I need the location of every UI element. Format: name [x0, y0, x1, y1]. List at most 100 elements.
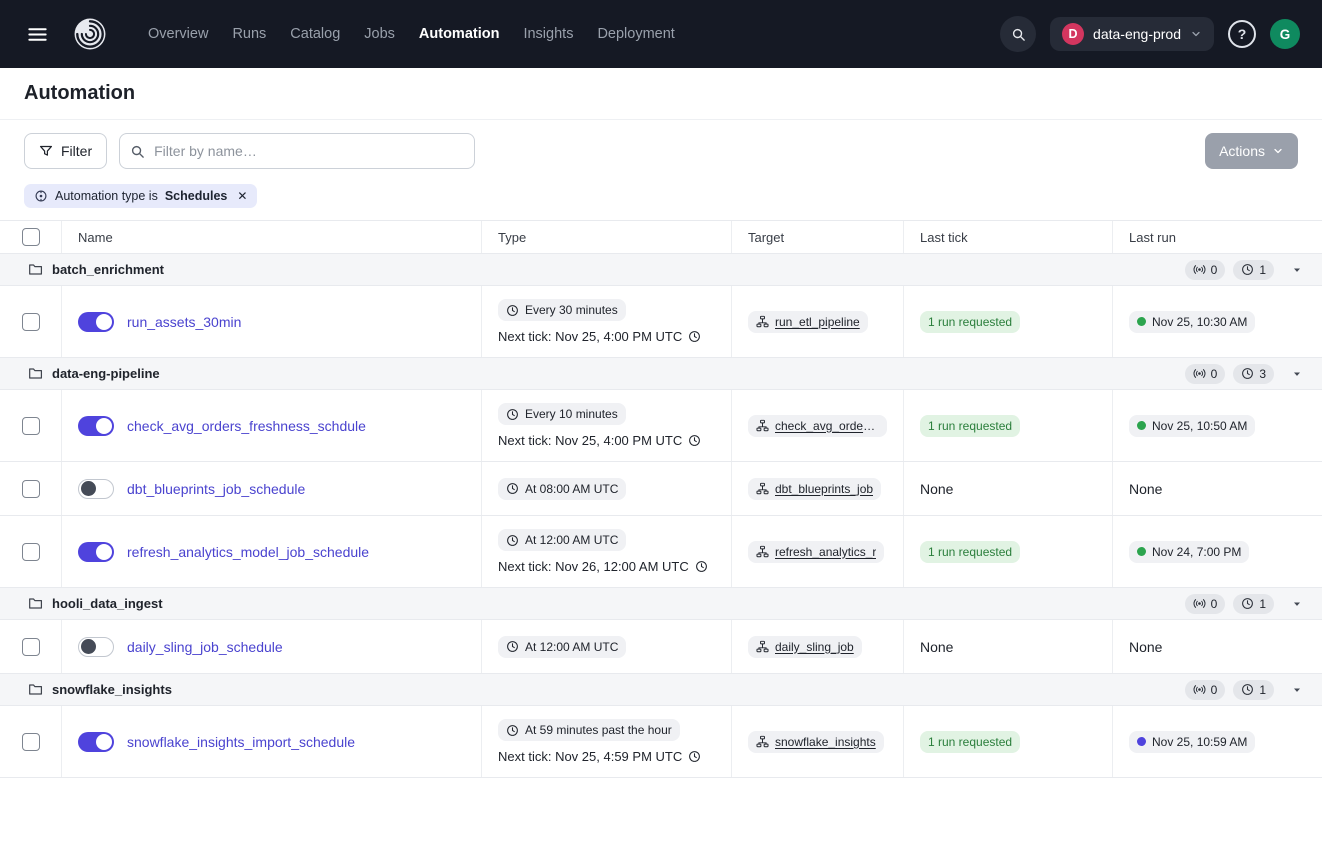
- target-link-chip[interactable]: dbt_blueprints_job: [748, 478, 881, 500]
- row-checkbox[interactable]: [22, 417, 40, 435]
- schedule-name-link[interactable]: daily_sling_job_schedule: [127, 639, 283, 655]
- target-link-chip[interactable]: snowflake_insights: [748, 731, 884, 753]
- clock-icon: [506, 408, 519, 421]
- clock-icon: [688, 434, 701, 447]
- next-tick-text: Next tick: Nov 26, 12:00 AM UTC: [498, 559, 708, 574]
- folder-icon: [28, 262, 43, 277]
- schedule-row: run_assets_30min Every 30 minutes Next tic…: [0, 286, 1322, 358]
- target-link-chip[interactable]: check_avg_orders_: [748, 415, 887, 437]
- schedule-name-link[interactable]: snowflake_insights_import_schedule: [127, 734, 355, 750]
- group-row[interactable]: data-eng-pipeline03: [0, 358, 1322, 390]
- schedule-name-link[interactable]: dbt_blueprints_job_schedule: [127, 481, 305, 497]
- group-row[interactable]: batch_enrichment01: [0, 254, 1322, 286]
- clock-icon: [506, 482, 519, 495]
- filter-button[interactable]: Filter: [24, 133, 107, 169]
- last-run-chip[interactable]: Nov 25, 10:50 AM: [1129, 415, 1255, 437]
- run-status-dot: [1137, 421, 1146, 430]
- clock-icon: [506, 640, 519, 653]
- name-filter-input[interactable]: [119, 133, 475, 169]
- schedule-toggle[interactable]: [78, 732, 114, 752]
- select-all-checkbox[interactable]: [22, 228, 40, 246]
- last-run-none: None: [1129, 481, 1162, 497]
- row-checkbox[interactable]: [22, 480, 40, 498]
- group-name: snowflake_insights: [52, 682, 172, 697]
- search-icon[interactable]: [1000, 16, 1036, 52]
- schedule-toggle[interactable]: [78, 416, 114, 436]
- schedule-count-badge: 1: [1233, 260, 1274, 280]
- last-run-chip[interactable]: Nov 25, 10:30 AM: [1129, 311, 1255, 333]
- topbar-actions: D data-eng-prod ? G: [1000, 16, 1300, 52]
- chevron-down-icon: [1272, 145, 1284, 157]
- column-header-last-tick: Last tick: [903, 221, 1112, 253]
- collapse-group-icon[interactable]: [1286, 363, 1308, 385]
- schedule-toggle[interactable]: [78, 637, 114, 657]
- nav-overview[interactable]: Overview: [138, 18, 218, 50]
- nav-runs[interactable]: Runs: [222, 18, 276, 50]
- help-glyph: ?: [1238, 26, 1247, 42]
- schedule-name-link[interactable]: run_assets_30min: [127, 314, 241, 330]
- deployment-badge: D: [1062, 23, 1084, 45]
- cadence-chip: Every 10 minutes: [498, 403, 626, 425]
- job-graph-icon: [756, 419, 769, 432]
- schedule-name-link[interactable]: refresh_analytics_model_job_schedule: [127, 544, 369, 560]
- clock-icon: [695, 560, 708, 573]
- nav-jobs[interactable]: Jobs: [354, 18, 405, 50]
- sensor-icon: [1193, 263, 1206, 276]
- deployment-switcher[interactable]: D data-eng-prod: [1050, 17, 1214, 51]
- clock-icon: [688, 750, 701, 763]
- job-graph-icon: [756, 315, 769, 328]
- collapse-group-icon[interactable]: [1286, 679, 1308, 701]
- avatar[interactable]: G: [1270, 19, 1300, 49]
- row-checkbox[interactable]: [22, 638, 40, 656]
- job-graph-icon: [756, 482, 769, 495]
- next-tick-text: Next tick: Nov 25, 4:00 PM UTC: [498, 329, 701, 344]
- row-checkbox[interactable]: [22, 543, 40, 561]
- run-status-dot: [1137, 547, 1146, 556]
- target-link-chip[interactable]: daily_sling_job: [748, 636, 862, 658]
- schedule-clock-icon: [1241, 597, 1254, 610]
- group-row[interactable]: hooli_data_ingest01: [0, 588, 1322, 620]
- schedule-clock-icon: [1241, 683, 1254, 696]
- schedule-toggle[interactable]: [78, 479, 114, 499]
- primary-nav: Overview Runs Catalog Jobs Automation In…: [138, 18, 685, 50]
- filter-tag-label: Automation type is: [55, 189, 158, 203]
- sensor-count-badge: 0: [1185, 364, 1226, 384]
- cadence-chip: Every 30 minutes: [498, 299, 626, 321]
- schedule-toggle[interactable]: [78, 312, 114, 332]
- last-run-chip[interactable]: Nov 25, 10:59 AM: [1129, 731, 1255, 753]
- schedule-toggle[interactable]: [78, 542, 114, 562]
- sensor-icon: [1193, 367, 1206, 380]
- column-header-type: Type: [481, 221, 731, 253]
- nav-deployment[interactable]: Deployment: [587, 18, 684, 50]
- row-checkbox[interactable]: [22, 733, 40, 751]
- row-checkbox[interactable]: [22, 313, 40, 331]
- column-header-last-run: Last run: [1112, 221, 1322, 253]
- cadence-chip: At 59 minutes past the hour: [498, 719, 680, 741]
- table-body: batch_enrichment01 run_assets_30min Every …: [0, 254, 1322, 778]
- schedule-name-link[interactable]: check_avg_orders_freshness_schdule: [127, 418, 366, 434]
- collapse-group-icon[interactable]: [1286, 593, 1308, 615]
- help-icon[interactable]: ?: [1228, 20, 1256, 48]
- collapse-group-icon[interactable]: [1286, 259, 1308, 281]
- clock-icon: [506, 304, 519, 317]
- page-header: Automation: [0, 68, 1322, 120]
- column-header-name: Name: [61, 221, 481, 253]
- folder-icon: [28, 596, 43, 611]
- schedule-row: refresh_analytics_model_job_scheduleAt 1…: [0, 516, 1322, 588]
- target-link-chip[interactable]: refresh_analytics_r: [748, 541, 884, 563]
- last-run-chip[interactable]: Nov 24, 7:00 PM: [1129, 541, 1249, 563]
- actions-button[interactable]: Actions: [1205, 133, 1298, 169]
- column-header-target: Target: [731, 221, 903, 253]
- group-row[interactable]: snowflake_insights01: [0, 674, 1322, 706]
- toolbar: Filter Actions: [0, 120, 1322, 182]
- nav-automation[interactable]: Automation: [409, 18, 510, 50]
- nav-insights[interactable]: Insights: [513, 18, 583, 50]
- menu-icon[interactable]: [22, 19, 52, 49]
- close-icon[interactable]: ✕: [237, 189, 247, 203]
- filter-funnel-icon: [39, 144, 53, 158]
- active-filters: Automation type is Schedules ✕: [0, 182, 1322, 221]
- sensor-icon: [1193, 597, 1206, 610]
- target-link-chip[interactable]: run_etl_pipeline: [748, 311, 868, 333]
- nav-catalog[interactable]: Catalog: [280, 18, 350, 50]
- clock-icon: [688, 330, 701, 343]
